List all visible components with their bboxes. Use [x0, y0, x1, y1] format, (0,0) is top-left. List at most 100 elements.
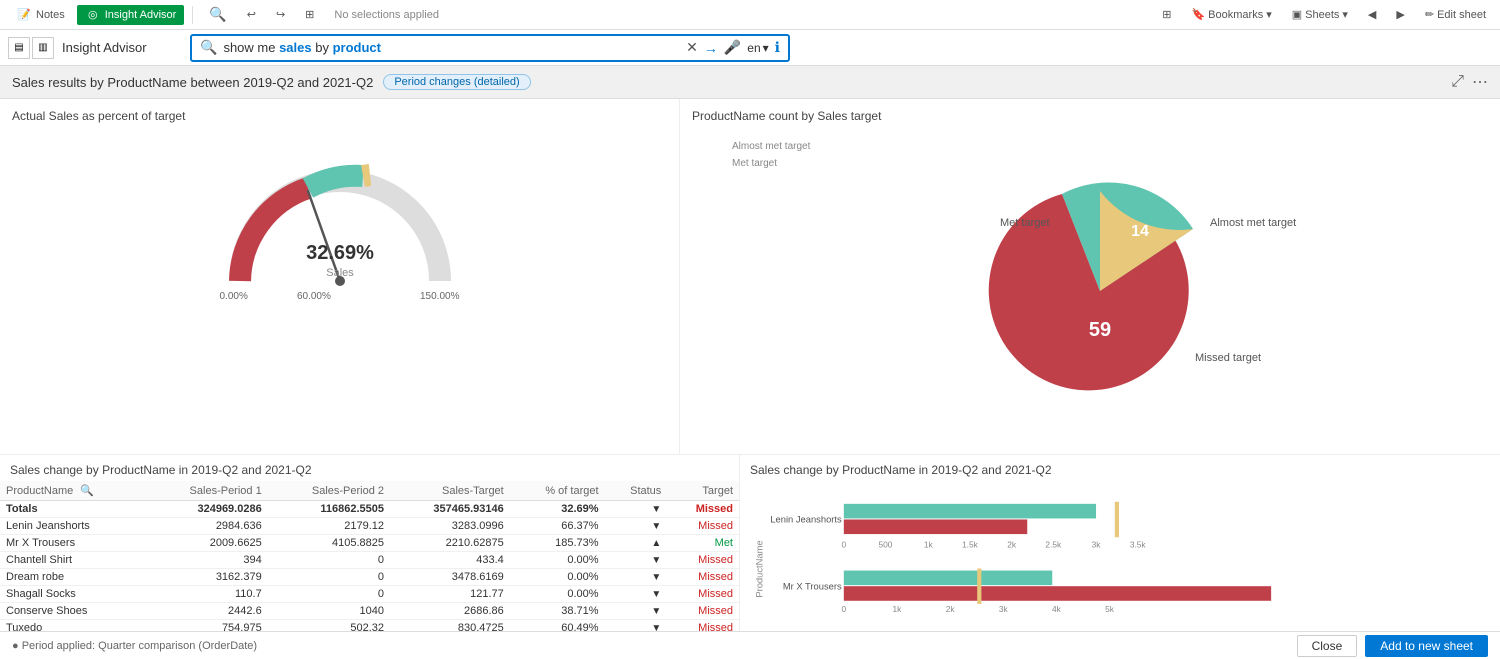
- panel-left-button[interactable]: ▤: [8, 37, 30, 59]
- svg-text:2k: 2k: [1007, 540, 1017, 550]
- snapshot-button[interactable]: ⊞: [297, 6, 322, 23]
- col-target-status: Target: [667, 481, 739, 501]
- table-row[interactable]: Mr X Trousers 2009.6625 4105.8825 2210.6…: [0, 535, 739, 552]
- row-name: Shagall Socks: [0, 586, 145, 603]
- grid-icon-button[interactable]: ⊞: [1156, 6, 1177, 23]
- svg-text:Lenin Jeanshorts: Lenin Jeanshorts: [770, 515, 842, 525]
- row-pct: 0.00%: [510, 569, 605, 586]
- edit-sheet-button[interactable]: ✏ Edit sheet: [1419, 6, 1492, 23]
- row-name: Conserve Shoes: [0, 603, 145, 620]
- row-name: Lenin Jeanshorts: [0, 518, 145, 535]
- ia-second-label: Insight Advisor: [62, 40, 182, 55]
- next-sheet-button[interactable]: ▶: [1390, 6, 1410, 23]
- row-pct: 66.37%: [510, 518, 605, 535]
- total-name: Totals: [0, 501, 145, 518]
- row-p1: 754.975: [145, 620, 267, 632]
- panel-right-button[interactable]: ▥: [32, 37, 54, 59]
- row-target: 3478.6169: [390, 569, 510, 586]
- sheets-button[interactable]: ▣ Sheets ▾: [1286, 6, 1354, 23]
- svg-text:1.5k: 1.5k: [962, 540, 979, 550]
- svg-text:1k: 1k: [893, 604, 903, 614]
- close-button[interactable]: Close: [1297, 635, 1358, 657]
- svg-text:3k: 3k: [999, 604, 1009, 614]
- prev-sheet-button[interactable]: ◀: [1362, 6, 1382, 23]
- more-options-button[interactable]: ⋯: [1472, 72, 1488, 92]
- pie-svg: 59 14 Almost met target Met target Misse…: [900, 161, 1280, 411]
- row-target: 2686.86: [390, 603, 510, 620]
- table-row[interactable]: Chantell Shirt 394 0 433.4 0.00% ▼ Misse…: [0, 552, 739, 569]
- row-p2: 502.32: [268, 620, 390, 632]
- undo-button[interactable]: ↩: [239, 6, 264, 23]
- gauge-title: Actual Sales as percent of target: [12, 109, 667, 123]
- redo-button[interactable]: ↪: [268, 6, 293, 23]
- table-row[interactable]: Dream robe 3162.379 0 3478.6169 0.00% ▼ …: [0, 569, 739, 586]
- table-row-total[interactable]: Totals 324969.0286 116862.5505 357465.93…: [0, 501, 739, 518]
- table-row[interactable]: Conserve Shoes 2442.6 1040 2686.86 38.71…: [0, 603, 739, 620]
- row-name: Chantell Shirt: [0, 552, 145, 569]
- result-title: Sales results by ProductName between 201…: [12, 75, 373, 90]
- svg-text:Sales: Sales: [326, 267, 354, 279]
- svg-text:59: 59: [1089, 319, 1111, 341]
- total-p1: 324969.0286: [145, 501, 267, 518]
- table-row[interactable]: Shagall Socks 110.7 0 121.77 0.00% ▼ Mis…: [0, 586, 739, 603]
- search-submit-button[interactable]: →: [704, 40, 718, 56]
- row-p2: 1040: [268, 603, 390, 620]
- row-status-icon: ▼: [605, 603, 668, 620]
- charts-row: Actual Sales as percent of target 32.69%: [0, 99, 1500, 454]
- language-selector[interactable]: en ▾: [747, 41, 768, 55]
- gauge-max-label: 150.00%: [420, 291, 459, 302]
- bar-chart-panel: Sales change by ProductName in 2019-Q2 a…: [740, 455, 1500, 631]
- svg-text:Mr X Trousers: Mr X Trousers: [783, 581, 842, 591]
- table-row[interactable]: Lenin Jeanshorts 2984.636 2179.12 3283.0…: [0, 518, 739, 535]
- result-badge[interactable]: Period changes (detailed): [383, 74, 530, 90]
- search-col-icon[interactable]: 🔍: [80, 485, 94, 497]
- row-target: 121.77: [390, 586, 510, 603]
- svg-text:4k: 4k: [1052, 604, 1062, 614]
- row-p1: 2984.636: [145, 518, 267, 535]
- row-target-status: Missed: [667, 569, 739, 586]
- svg-text:Met target: Met target: [1000, 217, 1050, 229]
- table-title: Sales change by ProductName in 2019-Q2 a…: [0, 455, 739, 481]
- svg-text:32.69%: 32.69%: [306, 242, 374, 264]
- row-target: 433.4: [390, 552, 510, 569]
- row-status-icon: ▼: [605, 586, 668, 603]
- expand-button[interactable]: ⤢: [1451, 72, 1464, 92]
- row-name: Tuxedo: [0, 620, 145, 632]
- total-p2: 116862.5505: [268, 501, 390, 518]
- row-p1: 110.7: [145, 586, 267, 603]
- bar-chart-svg: Lenin Jeanshorts 0 500 1k 1.5k 2k 2.5k 3…: [750, 483, 1490, 631]
- bookmarks-button[interactable]: 🔖 Bookmarks ▾: [1185, 6, 1277, 23]
- table-row[interactable]: Tuxedo 754.975 502.32 830.4725 60.49% ▼ …: [0, 620, 739, 632]
- row-status-icon: ▼: [605, 569, 668, 586]
- row-target-status: Missed: [667, 603, 739, 620]
- row-pct: 0.00%: [510, 586, 605, 603]
- smartsearch-icon-button[interactable]: 🔍: [201, 4, 234, 25]
- second-toolbar: ▤ ▥ Insight Advisor 🔍 show me sales by p…: [0, 30, 1500, 66]
- result-header-actions: ⤢ ⋯: [1451, 72, 1488, 92]
- total-pct: 32.69%: [510, 501, 605, 518]
- svg-text:14: 14: [1131, 223, 1149, 240]
- row-name: Dream robe: [0, 569, 145, 586]
- row-status-icon: ▼: [605, 518, 668, 535]
- row-p2: 0: [268, 586, 390, 603]
- no-selections-label: No selections applied: [334, 9, 439, 21]
- row-target-status: Met: [667, 535, 739, 552]
- total-target: 357465.93146: [390, 501, 510, 518]
- notes-button[interactable]: 📝 Notes: [8, 5, 73, 25]
- insight-advisor-nav-button[interactable]: ◎ Insight Advisor: [77, 5, 185, 25]
- search-voice-button[interactable]: 🎤: [724, 39, 741, 56]
- col-period1: Sales-Period 1: [145, 481, 267, 501]
- row-target-status: Missed: [667, 586, 739, 603]
- col-period2: Sales-Period 2: [268, 481, 390, 501]
- row-target: 3283.0996: [390, 518, 510, 535]
- search-info-button[interactable]: ℹ: [775, 39, 780, 56]
- row-target: 2210.62875: [390, 535, 510, 552]
- search-text-display: show me sales by product: [223, 40, 381, 55]
- main-area: Sales results by ProductName between 201…: [0, 66, 1500, 631]
- add-to-sheet-button[interactable]: Add to new sheet: [1365, 635, 1488, 657]
- period-info: ● Period applied: Quarter comparison (Or…: [12, 640, 257, 652]
- search-clear-button[interactable]: ✕: [686, 39, 698, 56]
- svg-text:Missed target: Missed target: [1195, 352, 1261, 364]
- row-status-icon: ▼: [605, 620, 668, 632]
- total-target-status: Missed: [667, 501, 739, 518]
